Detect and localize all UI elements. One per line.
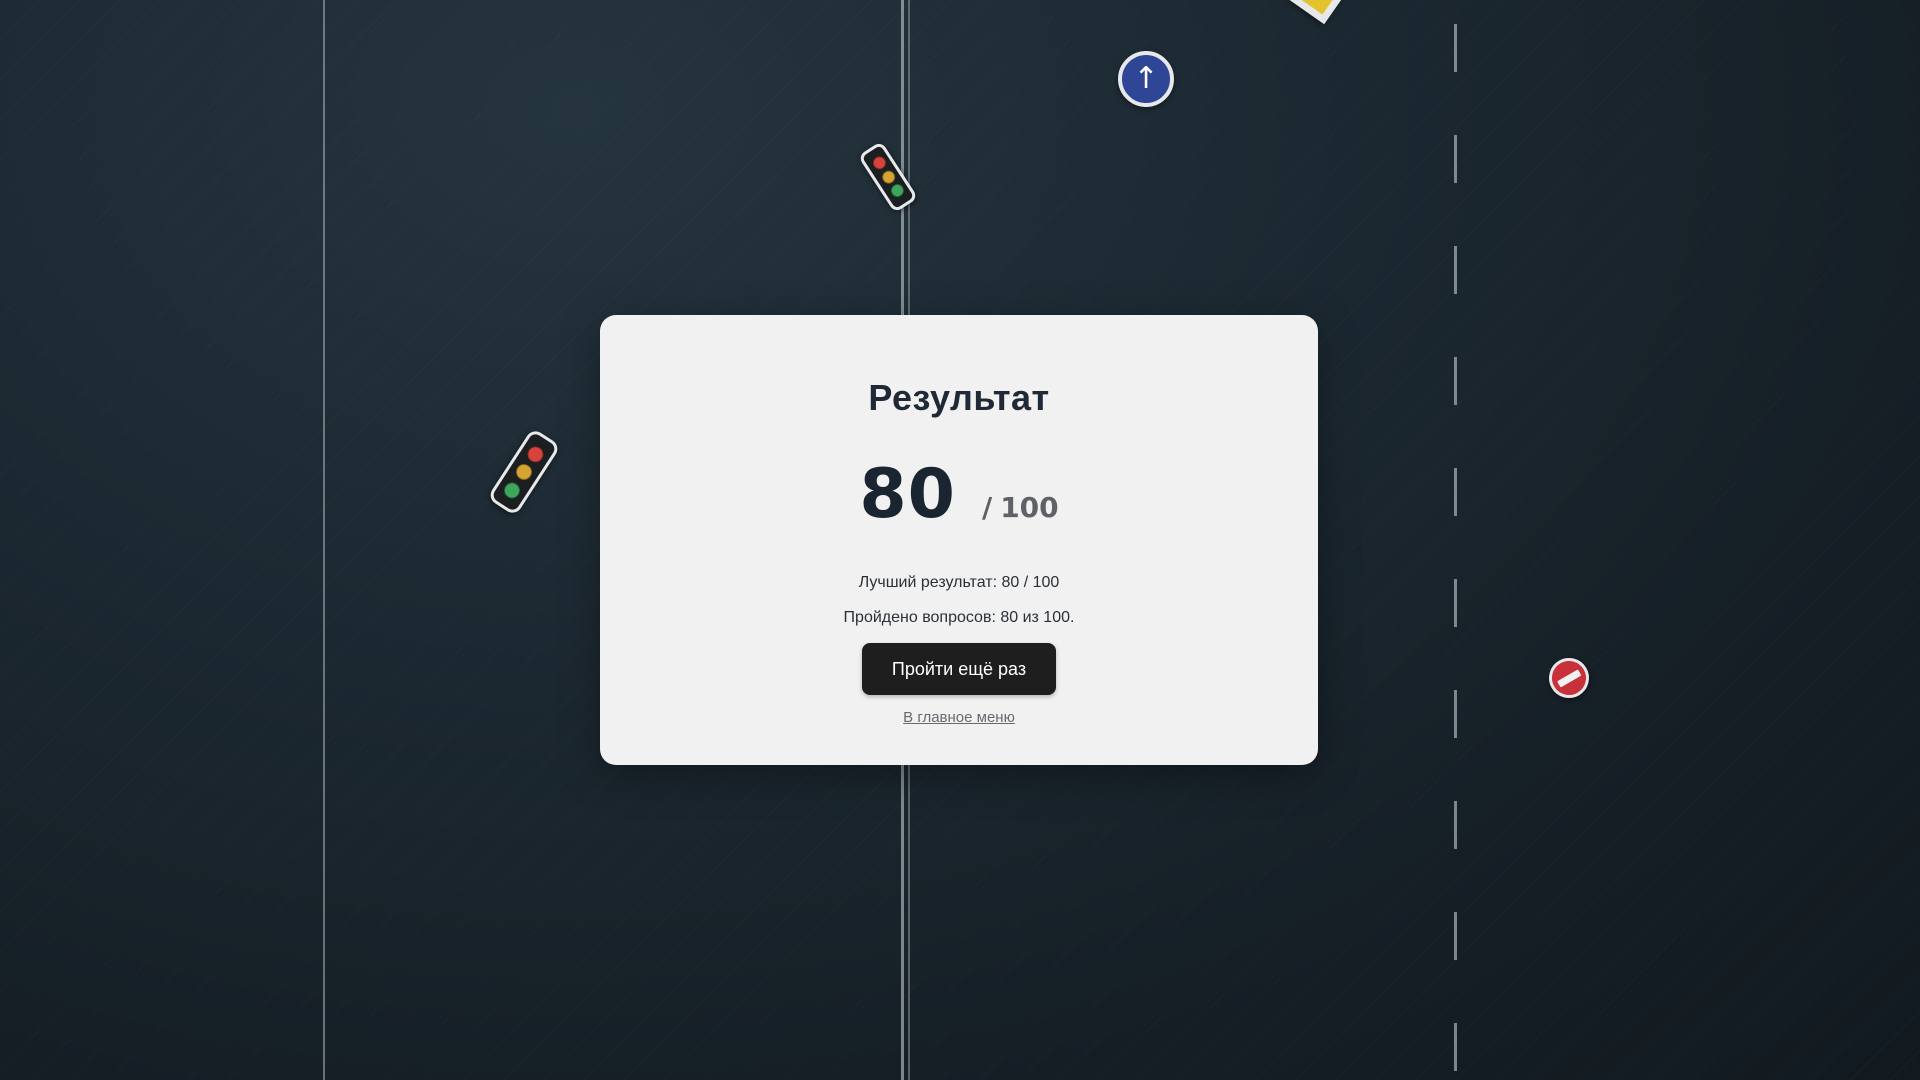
result-title: Результат bbox=[868, 377, 1050, 418]
questions-passed-text: Пройдено вопросов: 80 из 100. bbox=[843, 609, 1075, 626]
road-dashed-line bbox=[1454, 0, 1457, 1080]
priority-road-sign-icon bbox=[1289, 0, 1349, 25]
ahead-only-sign-icon: ↑ bbox=[1118, 51, 1174, 107]
traffic-light-red-lamp bbox=[524, 442, 547, 466]
priority-road-inner bbox=[1299, 0, 1339, 15]
best-result-text: Лучший результат: 80 / 100 bbox=[858, 574, 1060, 591]
arrow-up-icon: ↑ bbox=[1133, 61, 1159, 96]
traffic-light-green-lamp bbox=[888, 182, 907, 201]
no-entry-bar bbox=[1556, 668, 1582, 688]
road-edge-line bbox=[323, 0, 325, 1080]
score-display: 80 / 100 bbox=[859, 455, 1058, 534]
score-value: 80 bbox=[859, 455, 956, 534]
result-card: Результат 80 / 100 Лучший результат: 80 … bbox=[600, 315, 1318, 765]
score-max: 100 bbox=[1000, 491, 1059, 524]
traffic-light-green-lamp bbox=[501, 478, 524, 502]
score-separator: / bbox=[981, 491, 993, 524]
retry-button[interactable]: Пройти ещё раз bbox=[862, 643, 1056, 695]
traffic-light-red-lamp bbox=[869, 153, 888, 172]
traffic-light-yellow-lamp bbox=[879, 168, 897, 186]
main-menu-link[interactable]: В главное меню bbox=[903, 709, 1015, 726]
no-entry-sign-icon bbox=[1541, 650, 1597, 706]
traffic-light-yellow-lamp bbox=[512, 460, 536, 484]
traffic-light-icon bbox=[486, 427, 562, 517]
